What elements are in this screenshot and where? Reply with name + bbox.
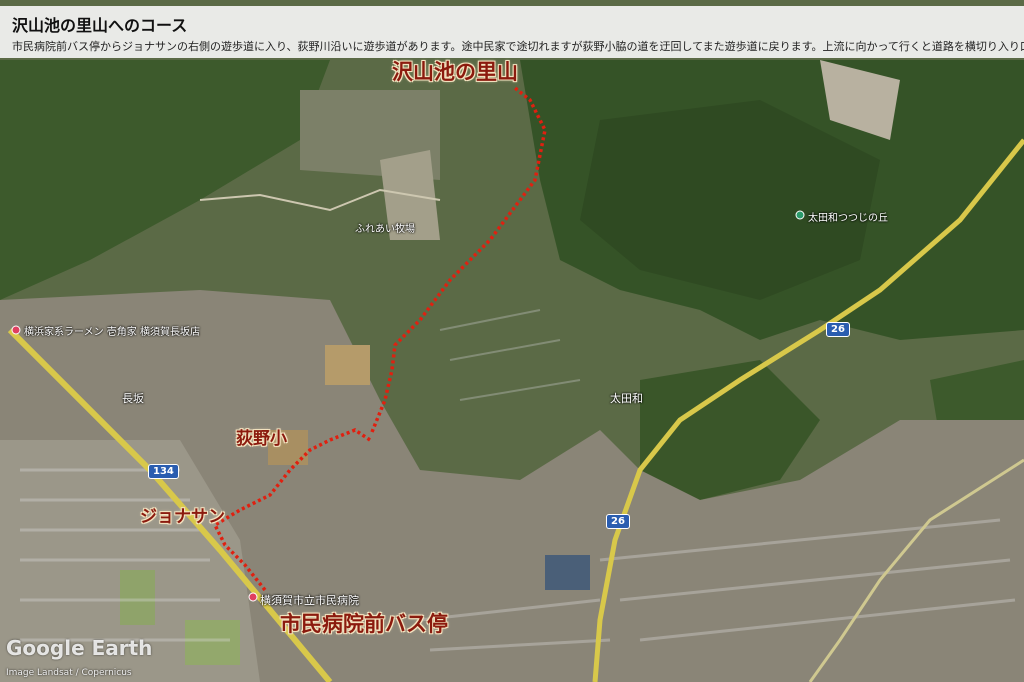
solar-panel xyxy=(545,555,590,590)
school-label: 荻野小 xyxy=(236,429,287,449)
farm-label[interactable]: ふれあい牧場 xyxy=(355,220,415,235)
info-panel: 沢山池の里山へのコース 市民病院前バス停からジョナサンの右側の遊歩道に入り、荻野… xyxy=(0,6,1024,58)
imagery-credit: Image Landsat / Copernicus xyxy=(6,668,132,678)
destination-label: 沢山池の里山 xyxy=(392,60,518,84)
park-label[interactable]: 太田和つつじの丘 xyxy=(808,209,888,224)
hospital-label[interactable]: 横須賀市立市民病院 xyxy=(260,592,359,608)
satellite-map[interactable] xyxy=(0,0,1024,682)
info-title: 沢山池の里山へのコース xyxy=(12,16,188,35)
route-26-badge: 26 xyxy=(826,322,850,337)
sports-field xyxy=(120,570,155,625)
school-field xyxy=(325,345,370,385)
store-pin-icon[interactable] xyxy=(11,325,21,335)
info-description: 市民病院前バス停からジョナサンの右側の遊歩道に入り、荻野川沿いに遊歩道があります… xyxy=(12,40,1024,53)
sports-field xyxy=(185,620,240,665)
bus-stop-label: 市民病院前バス停 xyxy=(280,612,448,636)
otawa-label: 太田和 xyxy=(610,392,643,405)
park-pin-icon[interactable] xyxy=(795,210,805,220)
nagasaka-label: 長坂 xyxy=(122,392,144,405)
hospital-pin-icon[interactable] xyxy=(248,592,258,602)
route-26-badge-lower: 26 xyxy=(606,514,630,529)
restaurant-label: ジョナサン xyxy=(140,507,225,527)
google-earth-watermark: Google Earth xyxy=(6,636,153,660)
store-label[interactable]: 横浜家系ラーメン 壱角家 横須賀長坂店 xyxy=(24,323,200,338)
route-134-badge: 134 xyxy=(148,464,179,479)
